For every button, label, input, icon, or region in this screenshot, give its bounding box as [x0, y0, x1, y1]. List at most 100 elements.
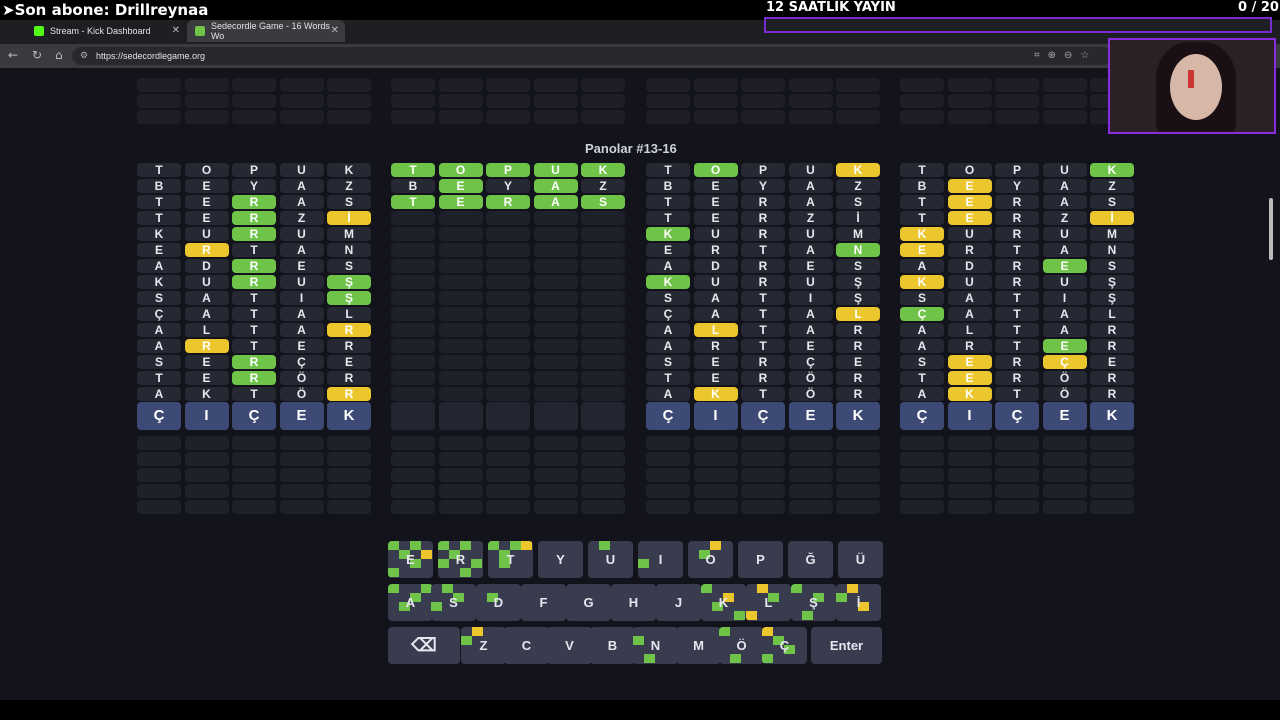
letter-cell: Ç: [900, 307, 944, 321]
guess-cell: E: [788, 402, 833, 430]
letter-cell: E: [693, 355, 738, 369]
letter-cell: E: [947, 355, 992, 369]
key-i̇[interactable]: İ: [836, 584, 881, 621]
empty-cell: [232, 436, 276, 450]
letter-cell: A: [788, 243, 833, 257]
letter-cell: U: [279, 227, 324, 241]
key-status-mark: [410, 541, 421, 550]
letter-cell: S: [836, 259, 880, 273]
empty-cell: [581, 227, 625, 241]
ghost-cell: [533, 78, 578, 92]
letter-cell: T: [741, 243, 785, 257]
letter-cell: R: [184, 243, 229, 257]
stream-title: 12 SAATLİK YAYIN: [766, 0, 896, 15]
key-y[interactable]: Y: [538, 541, 583, 578]
tab-sedecordle[interactable]: Sedecordle Game - 16 Words Wo ✕: [187, 20, 345, 42]
ghost-cell: [486, 94, 530, 108]
key-t[interactable]: T: [488, 541, 533, 578]
key-z[interactable]: Z: [461, 627, 506, 664]
letter-cell: İ: [1090, 211, 1134, 225]
letter-cell: K: [646, 227, 690, 241]
key-ş[interactable]: Ş: [791, 584, 836, 621]
close-icon[interactable]: ✕: [172, 25, 180, 36]
url-text: https://sedecordlegame.org: [96, 51, 206, 61]
letter-cell: Ö: [788, 371, 833, 385]
letter-cell: T: [741, 307, 785, 321]
ghost-cell: [995, 78, 1039, 92]
key-k[interactable]: K: [701, 584, 746, 621]
key-j[interactable]: J: [656, 584, 701, 621]
page-scrollbar[interactable]: [1269, 198, 1273, 260]
ghost-cell: [995, 110, 1039, 124]
letter-cell: D: [184, 259, 229, 273]
key-v[interactable]: V: [547, 627, 592, 664]
tab-label: Stream - Kick Dashboard: [50, 26, 151, 36]
empty-cell: [486, 484, 530, 498]
url-field[interactable]: ⚙ https://sedecordlegame.org: [72, 47, 1112, 65]
letter-cell: T: [995, 307, 1039, 321]
ghost-cell: [900, 78, 944, 92]
key-ğ[interactable]: Ğ: [788, 541, 833, 578]
letter-cell: K: [900, 227, 944, 241]
letter-cell: I: [279, 291, 324, 305]
empty-cell: [995, 484, 1039, 498]
key-status-mark: [461, 636, 472, 645]
reload-icon[interactable]: ↻: [32, 48, 42, 62]
kick-icon: [34, 26, 44, 36]
letter-cell: S: [836, 195, 880, 209]
letter-cell: S: [137, 355, 181, 369]
key-m[interactable]: M: [676, 627, 721, 664]
letter-cell: Z: [279, 211, 324, 225]
key-status-mark: [442, 584, 453, 593]
key-b[interactable]: B: [590, 627, 635, 664]
empty-cell: [438, 291, 483, 305]
back-icon[interactable]: ←: [8, 48, 18, 62]
key-status-mark: [719, 627, 730, 636]
letter-cell: K: [1090, 163, 1134, 177]
empty-cell: [184, 500, 229, 514]
key-a[interactable]: A: [388, 584, 433, 621]
key-d[interactable]: D: [476, 584, 521, 621]
backspace-key[interactable]: ⌫: [388, 627, 460, 664]
key-u[interactable]: U: [588, 541, 633, 578]
empty-cell: [836, 436, 880, 450]
key-n[interactable]: N: [633, 627, 678, 664]
empty-cell: [391, 339, 435, 353]
key-p[interactable]: P: [738, 541, 783, 578]
empty-cell: [438, 355, 483, 369]
close-icon[interactable]: ✕: [331, 25, 339, 36]
empty-cell: [486, 259, 530, 273]
key-l[interactable]: L: [746, 584, 791, 621]
key-status-mark: [431, 602, 442, 611]
key-label: T: [506, 552, 515, 567]
key-ç[interactable]: Ç: [762, 627, 807, 664]
site-info-icon[interactable]: ⚙: [80, 50, 88, 61]
empty-cell: [391, 500, 435, 514]
key-r[interactable]: R: [438, 541, 483, 578]
key-ü[interactable]: Ü: [838, 541, 883, 578]
key-o[interactable]: O: [688, 541, 733, 578]
key-c[interactable]: C: [504, 627, 549, 664]
letter-cell: R: [1090, 339, 1134, 353]
letter-cell: E: [836, 355, 880, 369]
key-s[interactable]: S: [431, 584, 476, 621]
key-f[interactable]: F: [521, 584, 566, 621]
key-i[interactable]: I: [638, 541, 683, 578]
letter-cell: E: [184, 355, 229, 369]
letter-cell: T: [995, 291, 1039, 305]
home-icon[interactable]: ⌂: [55, 48, 63, 62]
letter-cell: M: [1090, 227, 1134, 241]
letter-cell: R: [232, 227, 276, 241]
key-g[interactable]: G: [566, 584, 611, 621]
key-e[interactable]: E: [388, 541, 433, 578]
tab-kick-dashboard[interactable]: Stream - Kick Dashboard ✕: [26, 20, 186, 42]
enter-key[interactable]: Enter: [811, 627, 882, 664]
key-ö[interactable]: Ö: [719, 627, 764, 664]
letter-cell: T: [232, 307, 276, 321]
key-h[interactable]: H: [611, 584, 656, 621]
letter-cell: Ç: [788, 355, 833, 369]
empty-cell: [1042, 484, 1087, 498]
address-bar-icons[interactable]: ⌗⊕⊖☆: [1034, 50, 1097, 61]
empty-cell: [788, 468, 833, 482]
ghost-cell: [646, 94, 690, 108]
